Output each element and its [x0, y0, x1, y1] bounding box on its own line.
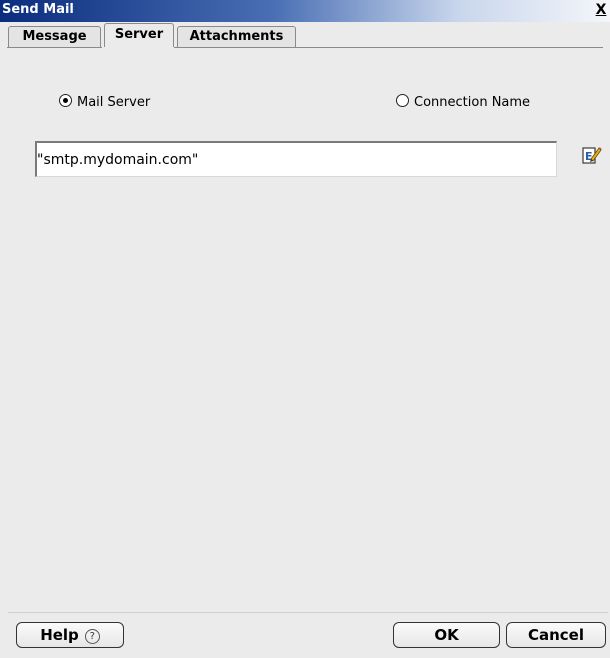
- ok-button[interactable]: OK: [393, 622, 500, 648]
- help-circle-icon: ?: [84, 629, 100, 644]
- close-button[interactable]: X: [594, 3, 608, 17]
- title-bar[interactable]: Send Mail X: [0, 0, 610, 22]
- help-button[interactable]: Help?: [16, 622, 124, 648]
- tab-divider: [7, 47, 603, 48]
- help-label: Help: [40, 626, 79, 644]
- tab-server[interactable]: Server: [104, 23, 174, 48]
- mail-server-label: Mail Server: [77, 95, 151, 110]
- connection-name-label: Connection Name: [414, 95, 531, 110]
- footer-divider: [8, 612, 608, 613]
- radio-unchecked-icon[interactable]: [396, 94, 409, 107]
- edit-expression-icon[interactable]: E: [582, 145, 602, 165]
- radio-checked-icon[interactable]: [59, 94, 72, 107]
- cancel-button[interactable]: Cancel: [506, 622, 606, 648]
- window-title: Send Mail: [2, 2, 74, 17]
- mail-server-radio[interactable]: Mail Server: [59, 94, 150, 112]
- tab-attachments[interactable]: Attachments: [177, 26, 296, 47]
- mail-server-input[interactable]: [37, 143, 556, 178]
- tab-message[interactable]: Message: [8, 26, 101, 47]
- active-tab-gap: [102, 47, 174, 48]
- send-mail-dialog: Send Mail X Message Server Attachments M…: [0, 0, 610, 658]
- mail-server-field[interactable]: [35, 141, 557, 178]
- connection-name-radio[interactable]: Connection Name: [396, 94, 530, 112]
